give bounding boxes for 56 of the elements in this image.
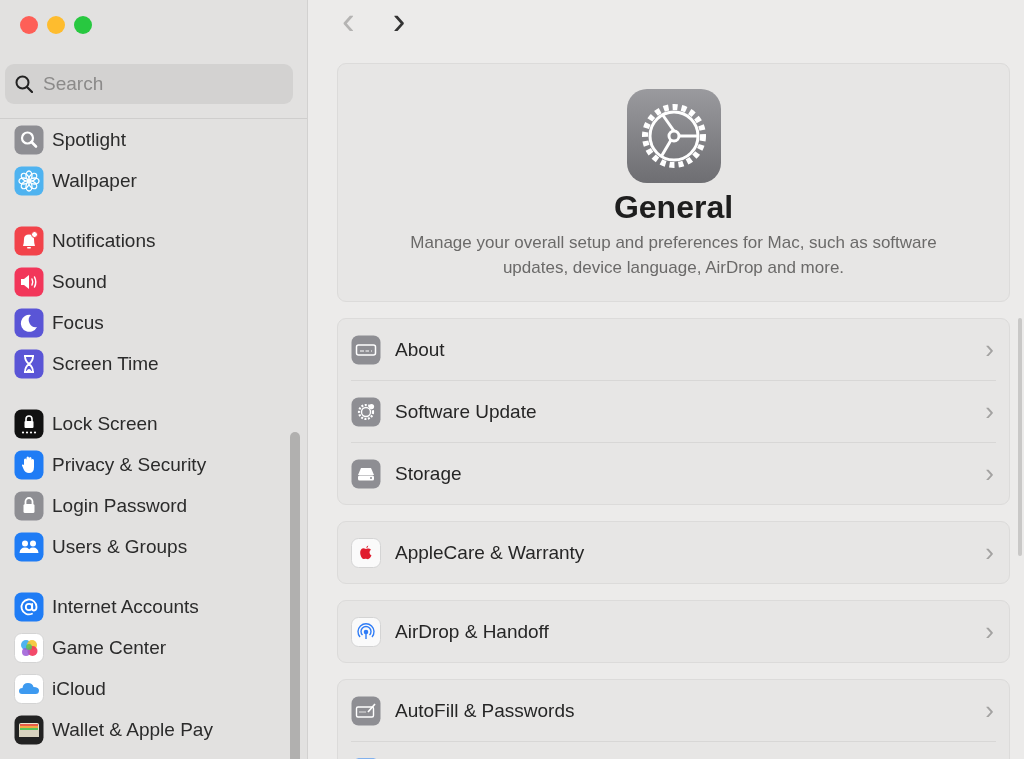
sidebar-item[interactable]: iCloud (0, 668, 307, 709)
at-sign-icon (14, 591, 44, 622)
sidebar-item[interactable]: Internet Accounts (0, 586, 307, 627)
chevron-icon: › (985, 334, 996, 365)
forward-button[interactable]: › (388, 2, 410, 46)
lock-icon (14, 408, 44, 439)
sidebar-item[interactable]: Notifications (0, 220, 307, 261)
zoom-window-button[interactable] (74, 16, 92, 34)
sidebar-item[interactable]: Game Center (0, 627, 307, 668)
page-title: General (613, 189, 734, 226)
page-description: Manage your overall setup and preferences for Mac, such as software updates, device language, AirDrop and more. (409, 232, 938, 279)
sidebar-item[interactable]: Wallet & Apple Pay (0, 709, 307, 750)
settings-row[interactable]: About › (351, 319, 996, 380)
scrollbar[interactable] (290, 432, 300, 759)
sidebar-item[interactable]: Focus (0, 302, 307, 343)
sidebar-item[interactable]: Login Password (0, 485, 307, 526)
sidebar-item[interactable]: Sound (0, 261, 307, 302)
flower-icon (14, 165, 44, 196)
laptop-icon (351, 334, 381, 365)
sidebar-item[interactable]: Lock Screen (0, 403, 307, 444)
sidebar-item[interactable]: Users & Groups (0, 526, 307, 567)
search-field[interactable]: Search (5, 64, 293, 104)
apple-icon (351, 537, 381, 568)
hourglass-icon (14, 348, 44, 379)
speaker-icon (14, 266, 44, 297)
sidebar-item[interactable]: Spotlight (0, 119, 307, 160)
wallet-icon (14, 714, 44, 745)
chevron-icon: › (985, 616, 996, 647)
cloud-icon (14, 673, 44, 704)
people-icon (14, 531, 44, 562)
scrollbar[interactable] (1018, 318, 1022, 556)
close-window-button[interactable] (20, 16, 38, 34)
gear-icon (626, 89, 721, 183)
settings-row[interactable]: Software Update › (351, 380, 996, 442)
sidebar-item[interactable]: Privacy & Security (0, 444, 307, 485)
sidebar-item[interactable]: Wallpaper (0, 160, 307, 201)
drive-icon (351, 458, 381, 489)
sidebar-item[interactable]: Screen Time (0, 343, 307, 384)
moon-icon (14, 307, 44, 338)
bubbles-icon (14, 632, 44, 663)
minimize-window-button[interactable] (47, 16, 65, 34)
settings-row[interactable]: AirDrop & Handoff › (351, 601, 996, 662)
magnifier-icon (14, 124, 44, 155)
chevron-icon: › (985, 537, 996, 568)
settings-row[interactable]: AutoFill & Passwords › (351, 680, 996, 741)
gear-icon (351, 396, 381, 427)
signal-rings-icon (351, 616, 381, 647)
hand-icon (14, 449, 44, 480)
settings-row[interactable]: AppleCare & Warranty › (351, 522, 996, 583)
settings-row[interactable]: Storage › (351, 442, 996, 504)
chevron-icon: › (985, 695, 996, 726)
padlock-icon (14, 490, 44, 521)
chevron-icon: › (985, 458, 996, 489)
bell-icon (14, 225, 44, 256)
chevron-icon: › (985, 396, 996, 427)
card-pen-icon (351, 695, 381, 726)
